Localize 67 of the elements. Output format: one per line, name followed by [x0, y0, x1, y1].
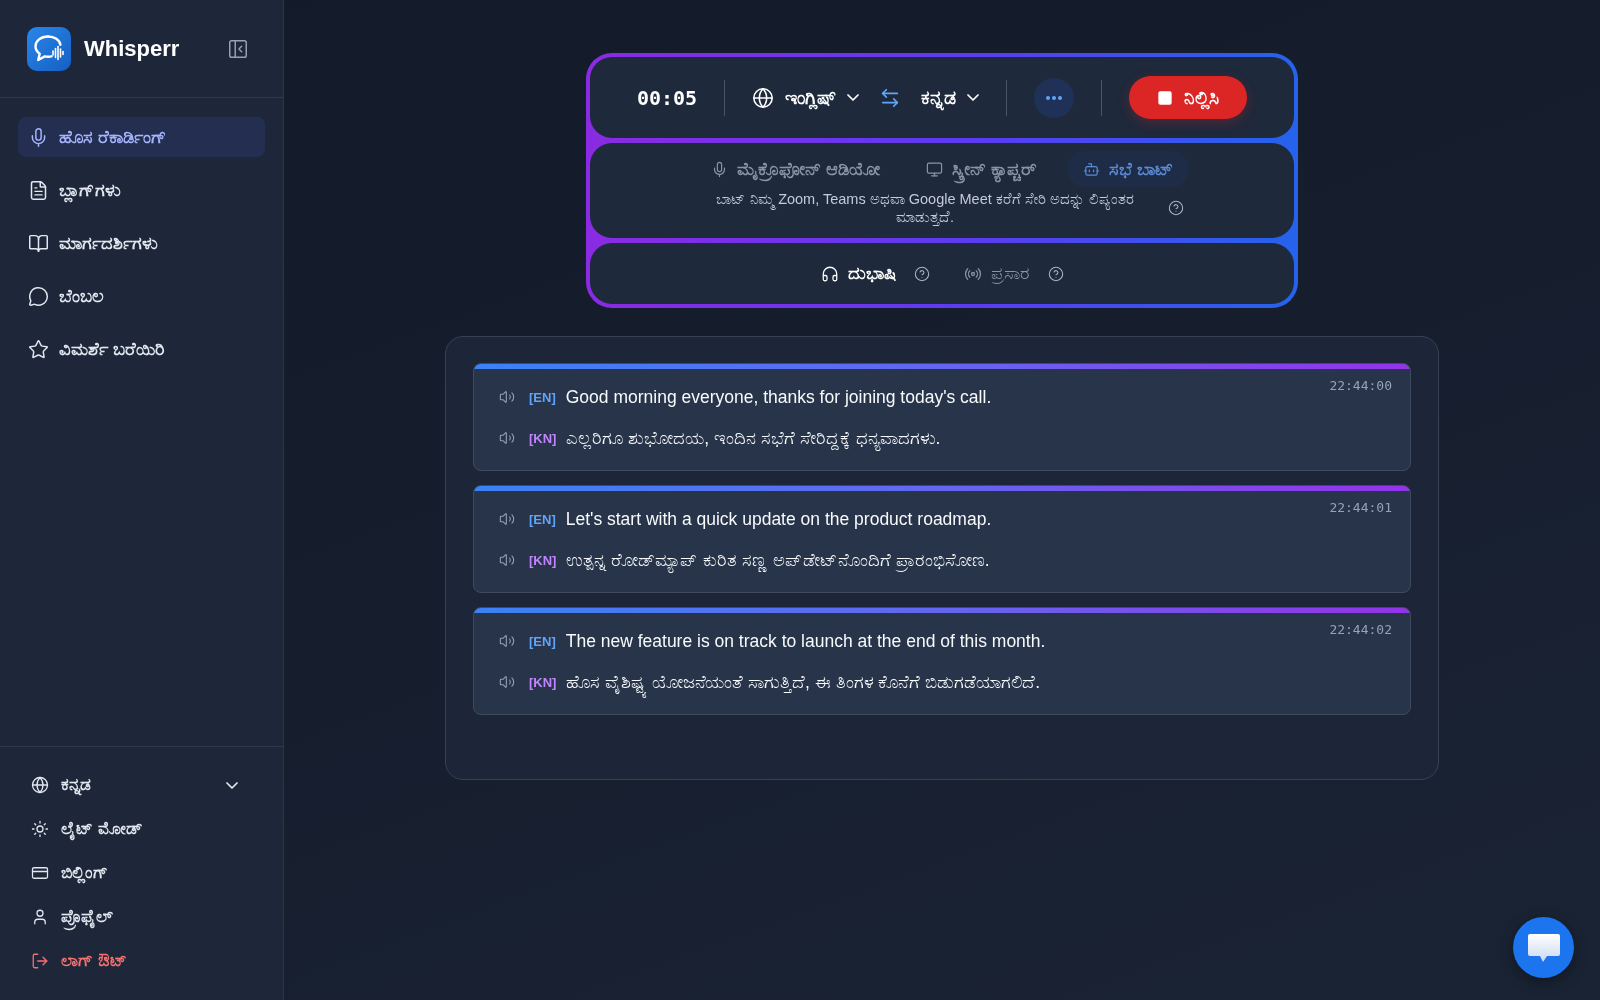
timestamp: 22:44:00	[1329, 378, 1392, 393]
transcript-text: ಎಲ್ಲರಿಗೂ ಶುಭೋದಯ, ಇಂದಿನ ಸಭೆಗೆ ಸೇರಿದ್ದಕ್ಕೆ ಧನ್ಯವಾದಗಳು.	[566, 422, 941, 454]
star-icon	[28, 338, 49, 360]
user-icon	[31, 908, 49, 926]
robot-icon	[1083, 160, 1100, 178]
globe-icon	[31, 776, 49, 794]
sidebar-menu-item[interactable]: ಲೈಟ್ ಮೋಡ್	[22, 813, 261, 845]
language-tag: [KN]	[529, 430, 557, 446]
book-icon	[28, 232, 49, 254]
mode-tab[interactable]: ಮೈಕ್ರೊಫೋನ್ ಆಡಿಯೋ	[694, 151, 896, 187]
document-icon	[28, 179, 49, 201]
help-icon[interactable]	[1168, 200, 1184, 216]
transcript-text: ಹೊಸ ವೈಶಿಷ್ಟ್ಯ ಯೋಜನೆಯಂತೆ ಸಾಗುತ್ತಿದೆ, ಈ ತಿಂಗಳ ಕೊನೆಗೆ ಬಿಡುಗಡೆಯಾಗಲಿದೆ.	[566, 666, 1041, 698]
transcript-text: Let's start with a quick update on the product roadmap.	[565, 508, 992, 531]
sidebar-menu-item[interactable]: ಬಿಲ್ಲಿಂಗ್	[22, 857, 261, 889]
headphones-icon	[820, 264, 839, 283]
speaker-icon[interactable]	[499, 674, 515, 690]
timestamp: 22:44:02	[1329, 622, 1392, 637]
transcript-text: The new feature is on track to launch at the end of this month.	[565, 630, 1046, 653]
mode-description: ಬಾಟ್ ನಿಮ್ಮ Zoom, Teams ಅಥವಾ Google Meet ಕರೆಗೆ ಸೇರಿ ಅದನ್ನು ಲಿಪ್ಯಂತರ ಮಾಡುತ್ತದೆ.	[715, 190, 1135, 226]
language-tag: [KN]	[529, 552, 557, 568]
sidebar-menu-item[interactable]: ಲಾಗ್ ಔಟ್	[22, 945, 261, 977]
speaker-icon[interactable]	[499, 511, 515, 527]
chevron-down-icon	[847, 94, 860, 101]
help-icon[interactable]	[1047, 265, 1064, 282]
help-icon[interactable]	[913, 265, 930, 282]
timestamp: 22:44:01	[1329, 500, 1392, 515]
sidebar-collapse-icon[interactable]	[227, 37, 249, 60]
nav-item[interactable]: ಬೆಂಬಲ	[18, 276, 265, 316]
nav-item[interactable]: ಹೊಸ ರೆಕಾರ್ಡಿಂಗ್	[18, 117, 265, 157]
speaker-icon[interactable]	[499, 430, 515, 446]
nav-item[interactable]: ಬ್ಲಾಗ್‌ಗಳು	[18, 170, 265, 210]
language-select[interactable]: ಇಂಗ್ಲಿಷ್	[752, 86, 860, 109]
transcript-text: ಉತ್ಪನ್ನ ರೋಡ್‌ಮ್ಯಾಪ್ ಕುರಿತ ಸಣ್ಣ ಅಪ್‌ಡೇಟ್‌ನೊಂದಿಗೆ ಪ್ರಾರಂಭಿಸೋಣ.	[566, 544, 990, 576]
dots-icon	[1046, 95, 1063, 100]
language-dropdown[interactable]: ಕನ್ನಡ	[22, 769, 261, 801]
stop-icon	[1157, 89, 1174, 106]
sidebar-menu-item[interactable]: ಪ್ರೊಫೈಲ್	[22, 901, 261, 933]
chevron-down-icon	[967, 94, 980, 101]
mode-tab[interactable]: ಸ್ಕ್ರೀನ್ ಕ್ಯಾಪ್ಚರ್	[910, 151, 1053, 187]
nav-item[interactable]: ಮಾರ್ಗದರ್ಶಿಗಳು	[18, 223, 265, 263]
stop-button[interactable]: ನಿಲ್ಲಿಸಿ	[1129, 76, 1248, 119]
credit-card-icon	[31, 864, 49, 882]
monitor-icon	[926, 160, 943, 178]
transcript-text: Good morning everyone, thanks for joining today's call.	[565, 386, 992, 409]
language-tag: [EN]	[529, 389, 556, 405]
timer: 00:05	[636, 85, 698, 110]
language-tag: [KN]	[529, 674, 557, 690]
logo-icon	[27, 26, 71, 71]
chat-bubble-icon	[1526, 932, 1561, 963]
mode-tab[interactable]: ಪ್ರಸಾರ	[963, 263, 1030, 284]
speaker-icon[interactable]	[499, 552, 515, 568]
speaker-icon[interactable]	[499, 389, 515, 405]
nav-item[interactable]: ವಿಮರ್ಶೆ ಬರೆಯಿರಿ	[18, 329, 265, 369]
language-tag: [EN]	[529, 511, 556, 527]
sun-icon	[31, 820, 49, 838]
mode-tab[interactable]: ಸಭೆ ಬಾಟ್	[1067, 151, 1189, 187]
chevron-down-icon	[226, 781, 238, 789]
speech-bubble-icon	[28, 285, 49, 307]
mode-tab[interactable]: ದುಭಾಷಿ	[820, 263, 896, 284]
globe-icon	[752, 86, 775, 109]
brand-name: Whisperr	[84, 35, 180, 62]
logout-icon	[31, 952, 49, 970]
speaker-icon[interactable]	[499, 633, 515, 649]
language-select[interactable]: ಕನ್ನಡ	[921, 86, 980, 109]
chat-button[interactable]	[1513, 917, 1574, 978]
language-tag: [EN]	[529, 633, 556, 649]
